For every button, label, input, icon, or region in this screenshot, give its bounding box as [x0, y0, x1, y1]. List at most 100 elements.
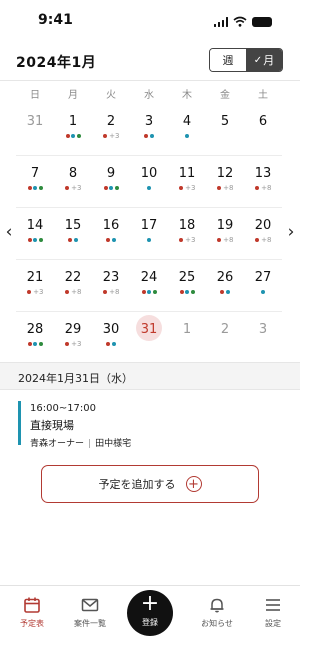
- more-events-count: +8: [223, 236, 234, 244]
- calendar-day[interactable]: 3: [244, 312, 282, 364]
- calendar-day[interactable]: 31: [130, 312, 168, 364]
- event-dots: [168, 288, 206, 296]
- calendar-day[interactable]: 11 +3: [168, 156, 206, 208]
- selected-date-label: 2024年1月31日（水）: [18, 372, 133, 385]
- more-events-count: +3: [71, 184, 82, 192]
- weekday-label: 土: [258, 90, 268, 101]
- event-owner: 青森オーナー: [30, 439, 85, 449]
- calendar-header: 2024年1月 週 ✓ 月: [0, 44, 300, 76]
- calendar-day[interactable]: 4: [168, 104, 206, 156]
- calendar-day[interactable]: 15: [54, 208, 92, 260]
- calendar-day[interactable]: 13 +8: [244, 156, 282, 208]
- calendar-day[interactable]: 26: [206, 260, 244, 312]
- tab-schedule-label: 予定表: [20, 619, 44, 628]
- calendar-day[interactable]: 27: [244, 260, 282, 312]
- event-dot: [71, 134, 75, 138]
- status-icons: [213, 15, 272, 27]
- weekday-label: 金: [220, 90, 230, 101]
- calendar-day[interactable]: 19 +8: [206, 208, 244, 260]
- event-dots: [130, 288, 168, 296]
- tab-cases-label: 案件一覧: [74, 619, 106, 628]
- day-number: 11: [178, 166, 196, 181]
- calendar-day[interactable]: 25: [168, 260, 206, 312]
- calendar-day[interactable]: 6: [244, 104, 282, 156]
- month-view-button[interactable]: ✓ 月: [246, 49, 282, 71]
- calendar-day[interactable]: 21 +3: [16, 260, 54, 312]
- calendar-day[interactable]: 5: [206, 104, 244, 156]
- day-number: 15: [64, 218, 82, 233]
- month-view-label: 月: [263, 54, 275, 67]
- event-dot: [220, 290, 225, 294]
- calendar-day[interactable]: 10: [130, 156, 168, 208]
- register-button[interactable]: + 登録: [127, 590, 173, 636]
- calendar-day[interactable]: 20 +8: [244, 208, 282, 260]
- event-dot: [68, 238, 73, 242]
- event-dot: [27, 342, 32, 346]
- event-card[interactable]: 16:00~17:00 直接現場 青森オーナー | 田中様宅: [18, 401, 282, 449]
- event-dot: [114, 186, 119, 190]
- event-dot: [190, 290, 195, 294]
- calendar-grid: 31 1 2 +3 3 4 5 6 7 8 +3 9 10 11 +3 12 +8 13 +8 14 15 16 17 18 +…: [16, 104, 282, 364]
- calendar-day[interactable]: 14: [16, 208, 54, 260]
- event-dots: [16, 340, 54, 348]
- more-events-count: +3: [109, 132, 120, 140]
- day-number: 2: [220, 322, 230, 337]
- more-events-count: +3: [185, 236, 196, 244]
- calendar-day[interactable]: 17: [130, 208, 168, 260]
- calendar-day[interactable]: 2 +3: [92, 104, 130, 156]
- day-number: 1: [68, 114, 78, 129]
- calendar-day[interactable]: 12 +8: [206, 156, 244, 208]
- calendar-day[interactable]: 22 +8: [54, 260, 92, 312]
- event-dot: [64, 186, 69, 190]
- event-dot: [152, 290, 157, 294]
- day-number: 27: [254, 270, 272, 285]
- event-dots: +8: [244, 184, 282, 192]
- next-month-icon[interactable]: ›: [284, 222, 298, 242]
- calendar-day[interactable]: 28: [16, 312, 54, 364]
- event-dots: [130, 236, 168, 244]
- event-dot: [33, 186, 37, 190]
- event-dot: [102, 290, 107, 294]
- week-view-button[interactable]: 週: [210, 49, 246, 71]
- calendar-day[interactable]: 16: [92, 208, 130, 260]
- day-number: 3: [144, 114, 154, 129]
- calendar-day[interactable]: 24: [130, 260, 168, 312]
- day-number: 6: [258, 114, 268, 129]
- calendar-day[interactable]: 30: [92, 312, 130, 364]
- tab-cases[interactable]: 案件一覧: [60, 596, 120, 629]
- event-dot: [76, 134, 81, 138]
- calendar-day[interactable]: 9: [92, 156, 130, 208]
- calendar-day[interactable]: 3: [130, 104, 168, 156]
- header-divider: [0, 80, 300, 81]
- calendar-day[interactable]: 1: [168, 312, 206, 364]
- calendar-day[interactable]: 18 +3: [168, 208, 206, 260]
- day-number: 31: [26, 114, 44, 129]
- event-dot: [103, 186, 108, 190]
- calendar-day[interactable]: 31: [16, 104, 54, 156]
- previous-month-icon[interactable]: ‹: [2, 222, 16, 242]
- day-number: 3: [258, 322, 268, 337]
- event-dot: [185, 134, 189, 138]
- calendar-day[interactable]: 29 +3: [54, 312, 92, 364]
- event-dots: [92, 340, 130, 348]
- calendar-day[interactable]: 8 +3: [54, 156, 92, 208]
- tab-notices[interactable]: お知らせ: [187, 596, 247, 629]
- day-number: 23: [102, 270, 120, 285]
- day-number: 30: [102, 322, 120, 337]
- event-dots: +3: [54, 340, 92, 348]
- calendar-day[interactable]: 7: [16, 156, 54, 208]
- tab-schedule[interactable]: 予定表: [2, 596, 62, 629]
- calendar-day[interactable]: 23 +8: [92, 260, 130, 312]
- add-schedule-button[interactable]: 予定を追加する +: [41, 465, 259, 503]
- calendar-icon: [24, 597, 40, 613]
- event-dots: [16, 184, 54, 192]
- event-dots: [16, 236, 54, 244]
- day-number: 25: [178, 270, 196, 285]
- more-events-count: +8: [223, 184, 234, 192]
- event-dot: [64, 290, 69, 294]
- day-number: 24: [140, 270, 158, 285]
- event-dots: +3: [92, 132, 130, 140]
- calendar-day[interactable]: 2: [206, 312, 244, 364]
- tab-settings[interactable]: 設定: [243, 596, 303, 629]
- calendar-day[interactable]: 1: [54, 104, 92, 156]
